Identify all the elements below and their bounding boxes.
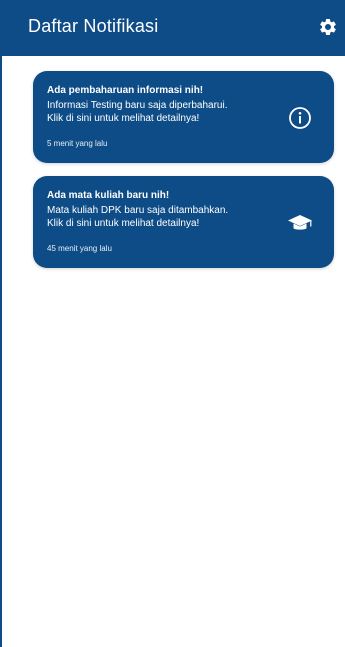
gear-icon[interactable] [318,17,338,37]
graduation-cap-icon [288,215,312,230]
page-title: Daftar Notifikasi [28,16,159,36]
notification-body: Informasi Testing baru saja diperbaharui… [47,100,228,124]
app-screen: Daftar Notifikasi Ada pembaharuan inform… [0,0,345,647]
app-header: Daftar Notifikasi [2,0,345,56]
notification-time: 5 menit yang lalu [47,139,108,148]
notification-body: Mata kuliah DPK baru saja ditambahkan. K… [47,205,229,229]
info-icon [289,107,311,129]
notification-time: 45 menit yang lalu [47,244,112,253]
notification-card-info-update[interactable]: Ada pembaharuan informasi nih! Informasi… [33,71,334,163]
notification-title: Ada mata kuliah baru nih! [47,190,170,201]
notification-card-new-course[interactable]: Ada mata kuliah baru nih! Mata kuliah DP… [33,176,334,268]
notification-title: Ada pembaharuan informasi nih! [47,85,204,96]
